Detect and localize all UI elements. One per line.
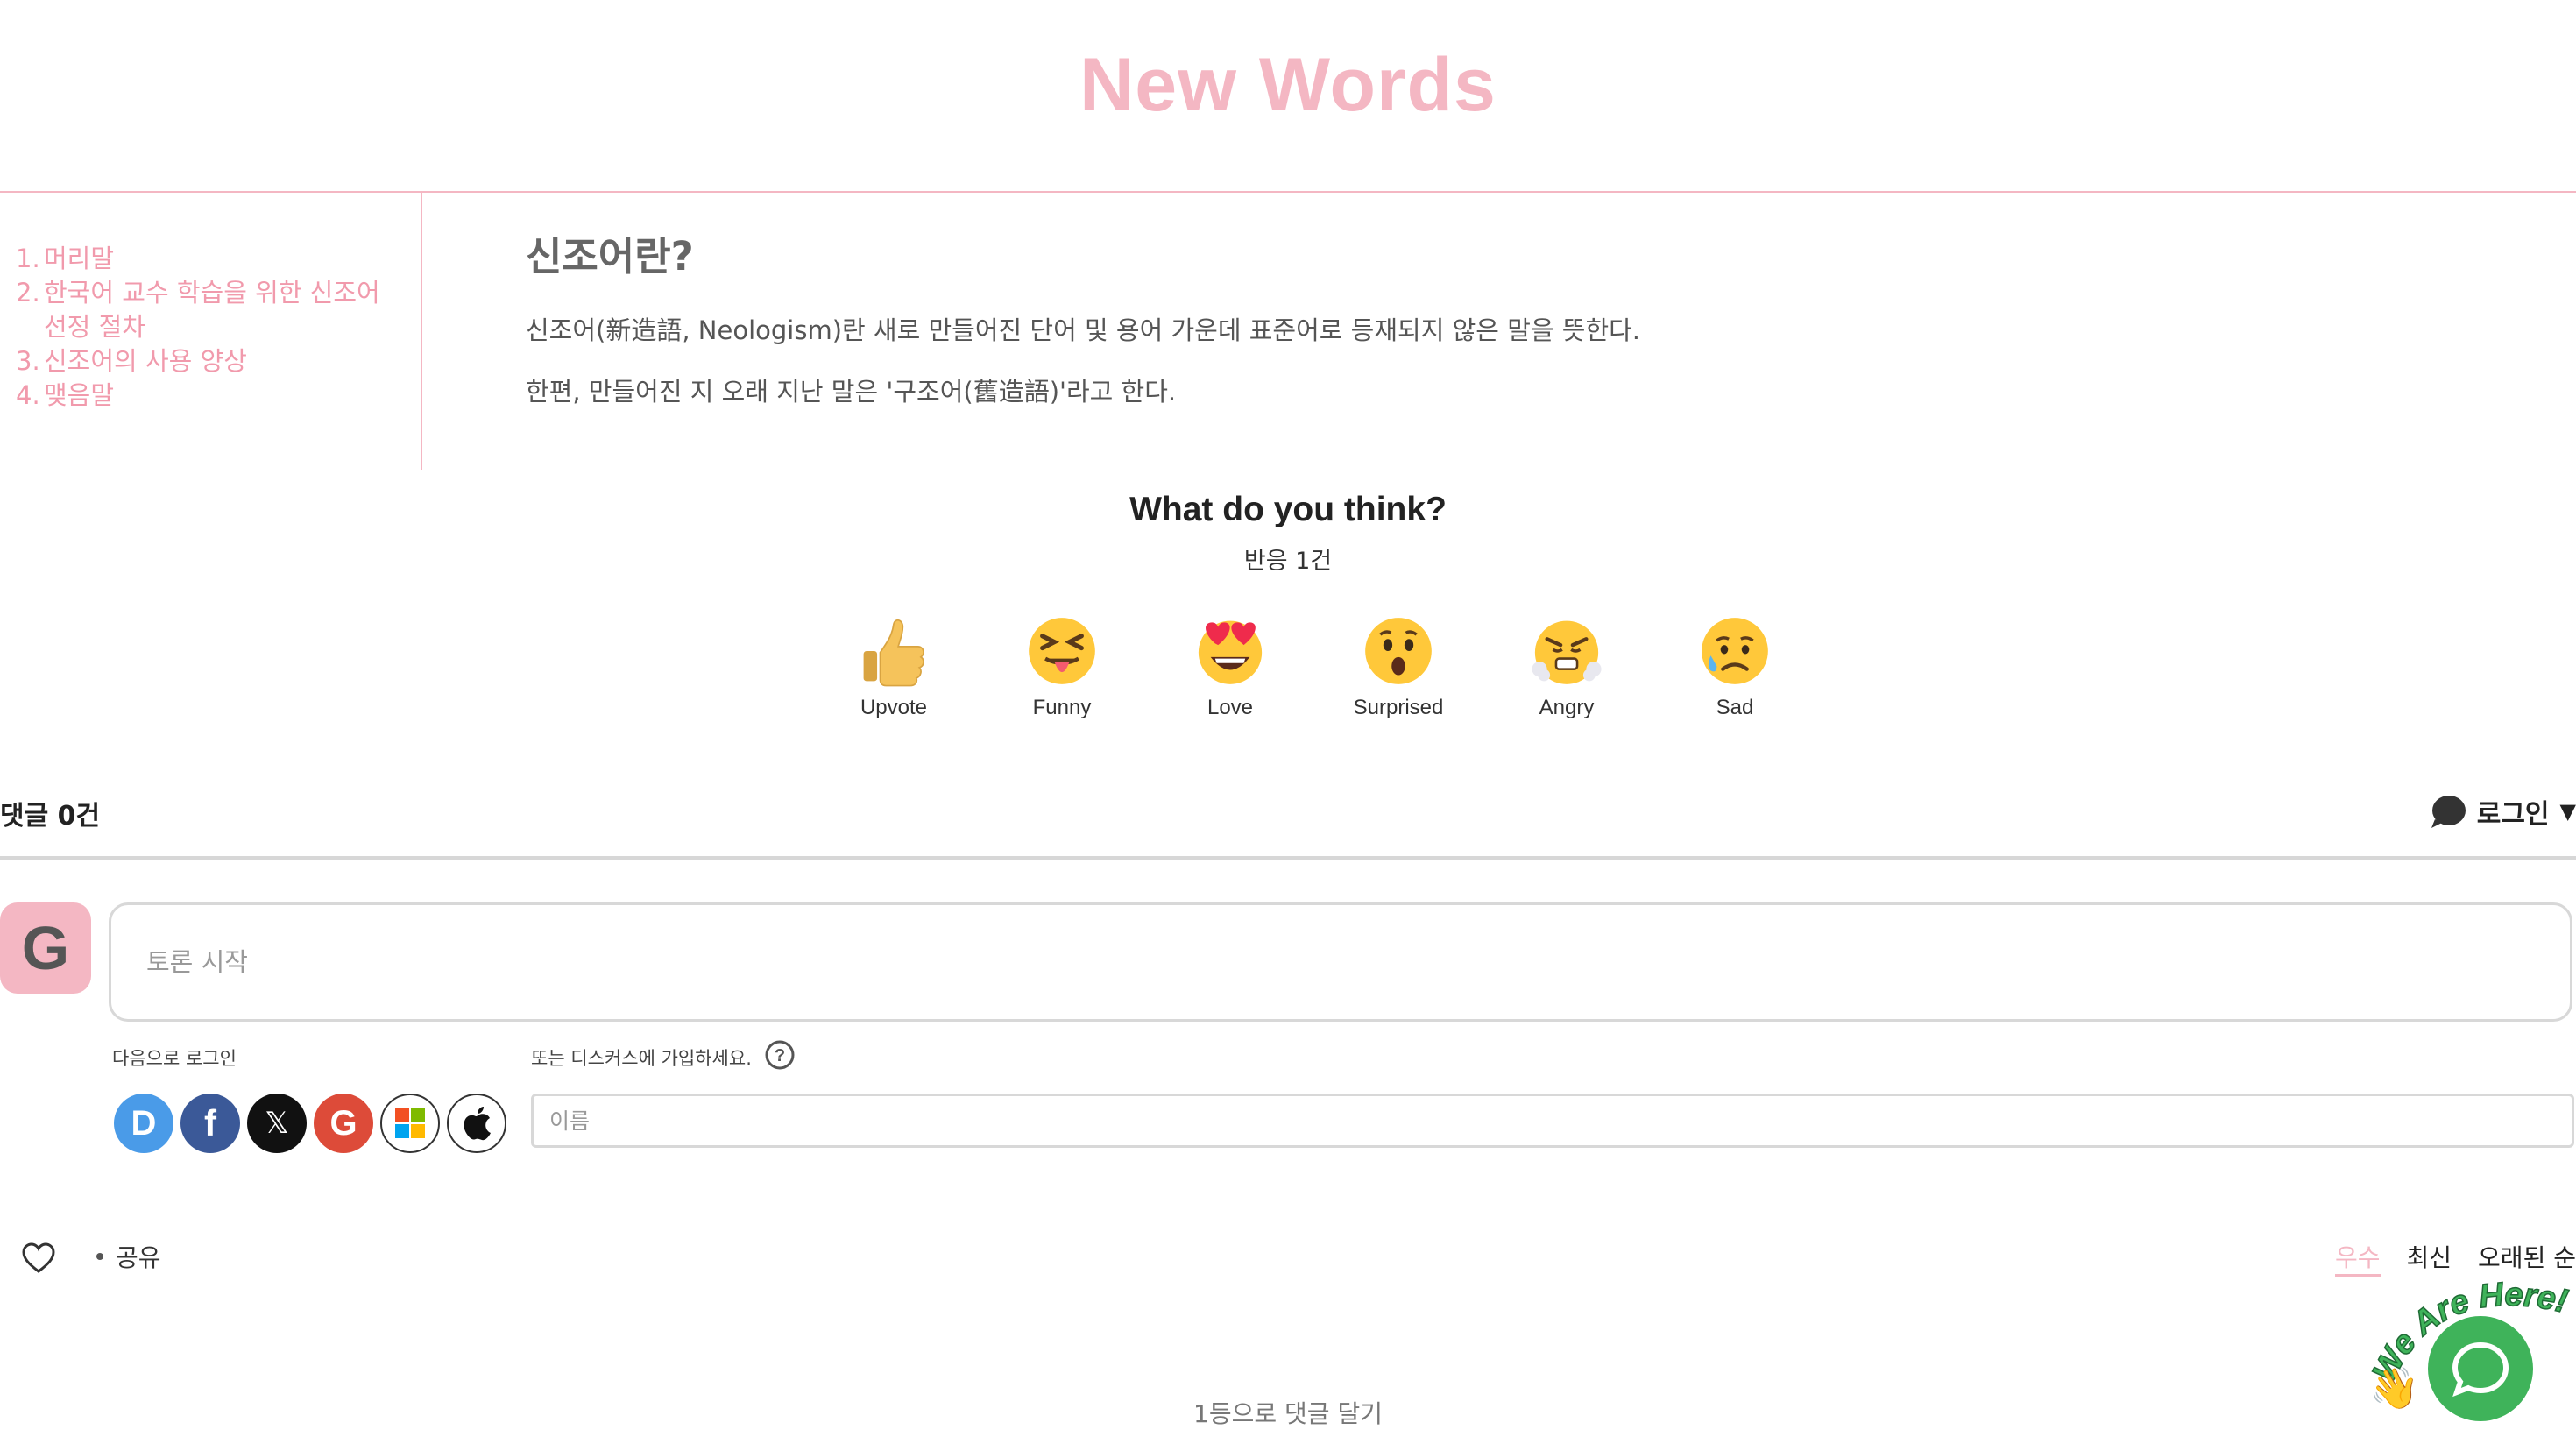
reaction-surprised[interactable]: Surprised bbox=[1314, 613, 1483, 720]
toc-link[interactable]: 신조어의 사용 양상 bbox=[44, 344, 401, 379]
name-field-wrapper[interactable] bbox=[531, 1094, 2574, 1148]
x-login-button[interactable]: 𝕏 bbox=[247, 1094, 307, 1153]
reaction-label: Surprised bbox=[1353, 696, 1444, 719]
share-label[interactable]: 공유 bbox=[116, 1239, 161, 1274]
reactions-bar: Upvote Funny Love Surprised Angry Sad bbox=[810, 613, 1819, 720]
microsoft-icon bbox=[395, 1108, 425, 1138]
login-with-label: 다음으로 로그인 bbox=[112, 1048, 237, 1069]
reaction-love[interactable]: Love bbox=[1146, 613, 1314, 720]
caret-down-icon: ▼ bbox=[2559, 799, 2576, 824]
reaction-angry[interactable]: Angry bbox=[1483, 613, 1651, 720]
microsoft-login-button[interactable] bbox=[380, 1094, 440, 1153]
google-login-button[interactable]: G bbox=[314, 1094, 373, 1153]
article-paragraph: 한편, 만들어진 지 오래 지난 말은 '구조어(舊造語)'라고 한다. bbox=[526, 377, 1177, 407]
article-title: 신조어란? bbox=[526, 233, 694, 280]
reaction-sad[interactable]: Sad bbox=[1651, 613, 1819, 720]
site-title[interactable]: New Words bbox=[0, 42, 2576, 129]
article-paragraph: 신조어(新造語, Neologism)란 새로 만들어진 단어 및 용어 가운데… bbox=[526, 315, 1641, 345]
google-icon: G bbox=[329, 1103, 357, 1143]
login-label[interactable]: 로그인 bbox=[2477, 792, 2550, 831]
facebook-icon: f bbox=[204, 1102, 216, 1143]
share-button[interactable]: 공유 bbox=[96, 1239, 161, 1274]
surprised-emoji-icon bbox=[1365, 618, 1432, 684]
comment-box[interactable] bbox=[109, 902, 2572, 1022]
toc-number: 2. bbox=[16, 278, 40, 308]
reaction-label: Love bbox=[1207, 696, 1254, 719]
toc-item-conclusion[interactable]: 4. 맺음말 bbox=[16, 379, 401, 413]
toc-number: 4. bbox=[16, 380, 40, 410]
reactions-count: 반응 1건 bbox=[1243, 548, 1333, 575]
x-icon: 𝕏 bbox=[265, 1106, 289, 1141]
thumbs-up-emoji-icon bbox=[863, 619, 924, 687]
toc-link[interactable]: 머리말 bbox=[44, 242, 401, 276]
toc-item-intro[interactable]: 1. 머리말 bbox=[16, 242, 401, 276]
toc-item-procedure[interactable]: 2. 한국어 교수 학습을 위한 신조어 선정 절차 bbox=[16, 276, 401, 344]
angry-emoji-icon bbox=[1532, 620, 1602, 684]
chat-bubble-icon bbox=[2431, 796, 2466, 828]
sad-emoji-icon bbox=[1702, 618, 1768, 684]
name-input[interactable] bbox=[534, 1096, 2572, 1145]
help-icon[interactable]: ? bbox=[764, 1039, 796, 1071]
toc-link[interactable]: 맺음말 bbox=[44, 379, 401, 413]
social-login-list: D f 𝕏 G bbox=[114, 1094, 506, 1153]
reaction-label: Sad bbox=[1716, 696, 1754, 719]
chat-icon bbox=[2452, 1341, 2509, 1398]
toc-link[interactable]: 한국어 교수 학습을 위한 신조어 선정 절차 bbox=[44, 276, 401, 344]
avatar: G bbox=[0, 902, 91, 994]
apple-icon bbox=[464, 1107, 491, 1141]
comment-input[interactable] bbox=[111, 905, 2570, 1019]
table-of-contents: 1. 머리말 2. 한국어 교수 학습을 위한 신조어 선정 절차 3. 신조어… bbox=[16, 242, 401, 413]
apple-login-button[interactable] bbox=[447, 1094, 506, 1153]
tongue-out-emoji-icon bbox=[1029, 618, 1095, 684]
heart-icon[interactable] bbox=[21, 1242, 56, 1274]
empty-comments-message: 1등으로 댓글 달기 bbox=[1193, 1399, 1383, 1428]
toc-number: 3. bbox=[16, 346, 40, 376]
reactions-heading: What do you think? bbox=[1129, 491, 1447, 528]
bullet-icon bbox=[96, 1253, 103, 1260]
heart-eyes-emoji-icon bbox=[1198, 620, 1263, 684]
signup-label: 또는 디스커스에 가입하세요. bbox=[531, 1048, 752, 1069]
comment-count: 댓글 0건 bbox=[0, 801, 101, 832]
reaction-label: Funny bbox=[1032, 696, 1092, 719]
header-divider bbox=[0, 191, 2576, 193]
reaction-upvote[interactable]: Upvote bbox=[810, 613, 978, 720]
facebook-login-button[interactable]: f bbox=[180, 1094, 240, 1153]
toc-number: 1. bbox=[16, 244, 40, 273]
reaction-label: Upvote bbox=[860, 696, 928, 719]
waving-hand-icon: 👋 bbox=[2369, 1364, 2419, 1411]
reaction-funny[interactable]: Funny bbox=[978, 613, 1146, 720]
toc-divider bbox=[421, 193, 422, 470]
disqus-icon: D bbox=[131, 1103, 157, 1143]
reaction-label: Angry bbox=[1539, 696, 1595, 719]
comments-divider bbox=[0, 856, 2576, 860]
login-dropdown[interactable]: 로그인 ▼ bbox=[2430, 792, 2576, 831]
toc-item-usage[interactable]: 3. 신조어의 사용 양상 bbox=[16, 344, 401, 379]
help-symbol: ? bbox=[775, 1046, 785, 1065]
chat-launcher-button[interactable] bbox=[2428, 1316, 2533, 1421]
disqus-login-button[interactable]: D bbox=[114, 1094, 173, 1153]
